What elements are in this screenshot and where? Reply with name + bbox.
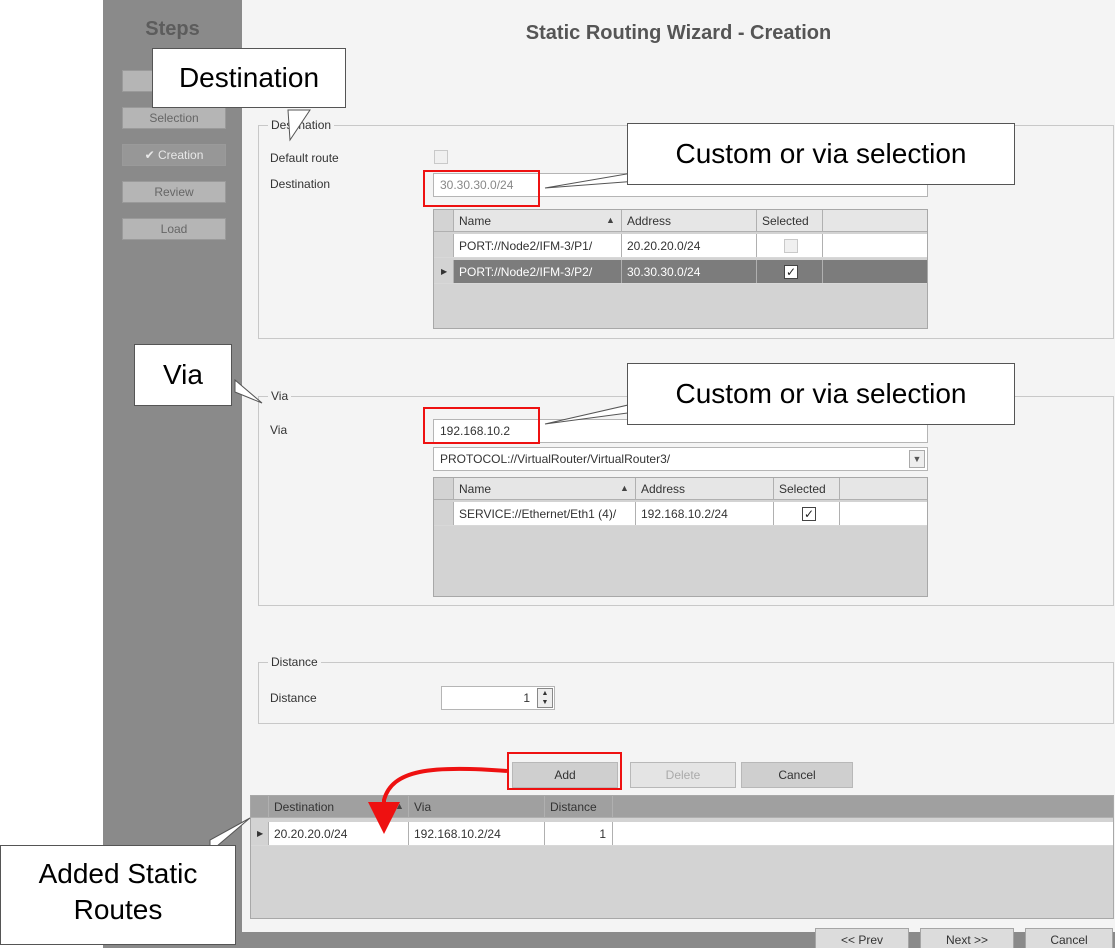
callout-custom-destination: Custom or via selection: [627, 123, 1015, 185]
add-to-routes-arrow: [368, 766, 508, 834]
callout-via: Via: [134, 344, 232, 406]
callout-destination: Destination: [152, 48, 346, 108]
callout-tail-via: [234, 378, 263, 404]
callout-tail-destination: [287, 109, 311, 142]
callout-custom-via: Custom or via selection: [627, 363, 1015, 425]
callout-added-routes: Added Static Routes: [0, 845, 236, 945]
